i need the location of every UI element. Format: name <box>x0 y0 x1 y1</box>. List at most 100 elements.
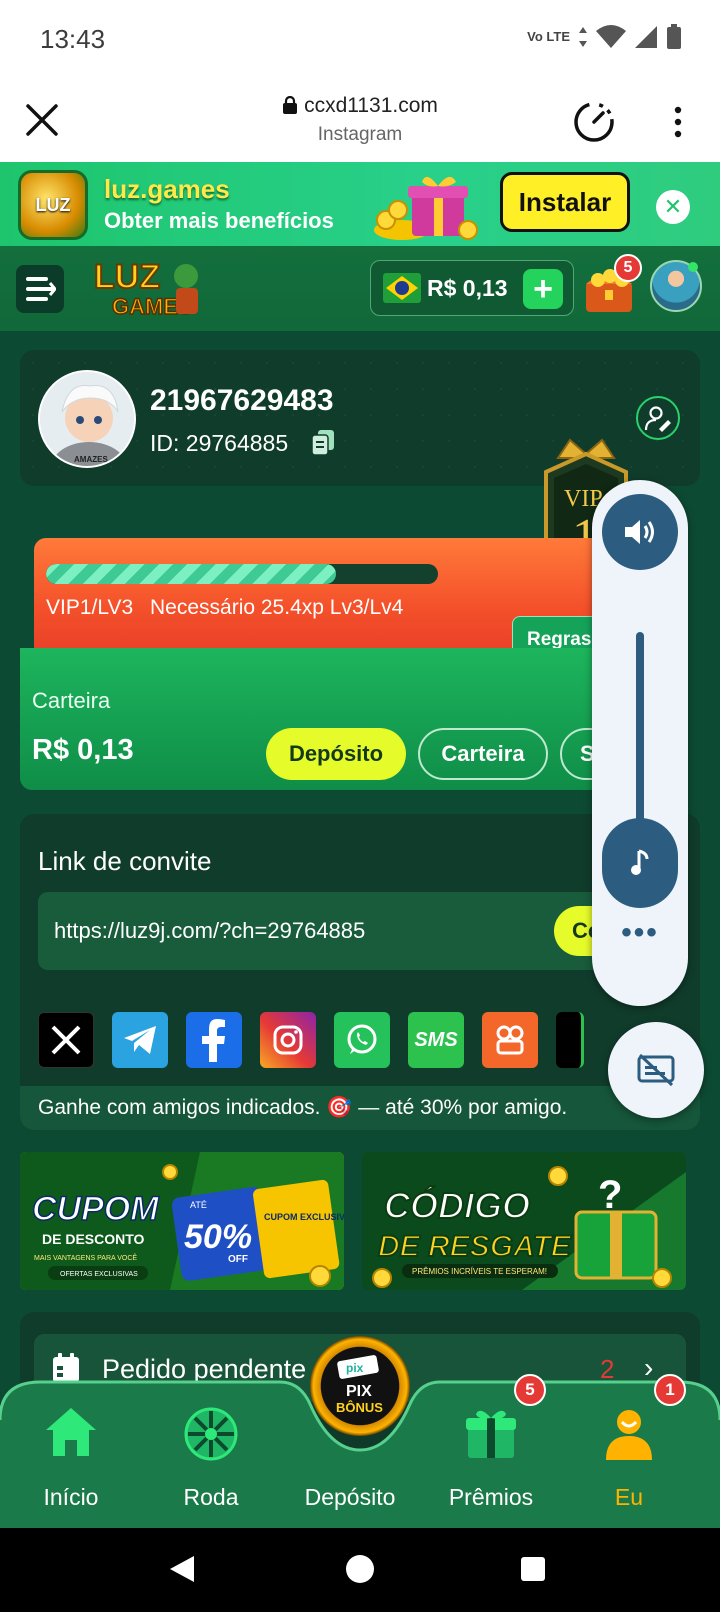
nav-deposit-label: Depósito <box>304 1484 396 1510</box>
coupon-promo-banner[interactable]: CUPOM DE DESCONTO MAIS VANTAGENS PARA VO… <box>20 1152 344 1290</box>
svg-text:PRÊMIOS INCRÍVEIS TE ESPERAM!: PRÊMIOS INCRÍVEIS TE ESPERAM! <box>412 1267 547 1276</box>
live-caption-button[interactable] <box>608 1022 704 1118</box>
vip-level: VIP1/LV3 <box>46 596 134 619</box>
back-icon[interactable] <box>168 1554 196 1584</box>
redeem-code-promo-banner[interactable]: ? CÓDIGO DE RESGATE PRÊMIOS INCRÍVEIS TE… <box>362 1152 686 1290</box>
avatar-image: AMAZES <box>40 372 134 466</box>
app-logo: LUZ <box>18 170 88 240</box>
page-speed-icon[interactable] <box>572 100 616 144</box>
sms-share-icon[interactable]: SMS <box>408 1012 464 1068</box>
brazil-flag-icon <box>383 273 421 303</box>
invite-note: Ganhe com amigos indicados. 🎯 — até 30% … <box>20 1086 700 1130</box>
status-time: 13:43 <box>40 24 106 54</box>
lock-icon <box>283 95 298 114</box>
profile-avatar[interactable]: AMAZES <box>38 370 136 468</box>
nav-wheel[interactable]: Roda <box>156 1406 266 1516</box>
brand-logo[interactable]: LUZ GAMES <box>92 254 210 320</box>
profile-username: 21967629483 <box>150 384 334 417</box>
wallet-label: Carteira <box>32 688 111 713</box>
svg-text:DE DESCONTO: DE DESCONTO <box>42 1231 145 1247</box>
balance-box[interactable]: R$ 0,13 + <box>370 260 574 316</box>
install-button[interactable]: Instalar <box>500 172 630 232</box>
svg-text:OFF: OFF <box>228 1254 248 1265</box>
status-icons: Vo LTE <box>527 24 682 50</box>
telegram-share-icon[interactable] <box>112 1012 168 1068</box>
volume-slider[interactable] <box>636 632 644 832</box>
wifi-icon <box>596 25 626 48</box>
volume-speaker-button[interactable] <box>602 494 678 570</box>
gift-icon <box>466 1410 516 1458</box>
svg-text:CUPOM: CUPOM <box>32 1190 159 1228</box>
logo-text: LUZ <box>94 258 160 296</box>
recents-icon[interactable] <box>520 1556 546 1582</box>
volume-music-thumb[interactable] <box>602 818 678 908</box>
svg-text:CÓDIGO: CÓDIGO <box>384 1185 530 1226</box>
svg-text:pix: pix <box>346 1361 364 1375</box>
menu-button[interactable] <box>16 265 64 313</box>
redeem-banner-art: ? CÓDIGO DE RESGATE PRÊMIOS INCRÍVEIS TE… <box>362 1152 686 1290</box>
add-funds-button[interactable]: + <box>523 269 563 309</box>
svg-text:PIX: PIX <box>346 1383 372 1400</box>
plus-icon: + <box>533 269 553 308</box>
invite-link[interactable]: https://luz9j.com/?ch=29764885 <box>54 918 365 944</box>
menu-icon <box>26 277 56 301</box>
caption-off-icon <box>637 1053 675 1087</box>
volume-panel: ••• <box>592 480 688 1006</box>
svg-text:CUPOM EXCLUSIVO: CUPOM EXCLUSIVO <box>264 1212 344 1222</box>
status-bar: 13:43 Vo LTE <box>0 0 720 82</box>
me-badge: 1 <box>654 1374 686 1406</box>
browser-bar: ccxd1131.com Instagram <box>0 82 720 162</box>
edit-profile-button[interactable] <box>636 396 680 440</box>
close-icon: ✕ <box>663 194 683 219</box>
gift-coins-icon <box>374 176 478 240</box>
nav-me[interactable]: Eu <box>574 1406 684 1516</box>
more-horiz-icon[interactable]: ••• <box>592 916 688 950</box>
nav-rewards[interactable]: Prêmios <box>436 1406 546 1516</box>
pix-bonus-icon: pix PIX BÔNUS <box>336 1355 383 1415</box>
android-nav-bar <box>0 1528 720 1612</box>
home-button-icon[interactable] <box>345 1554 375 1584</box>
data-arrows-icon <box>579 27 587 47</box>
close-banner-button[interactable]: ✕ <box>656 190 690 224</box>
kwai-share-icon[interactable] <box>482 1012 538 1068</box>
nav-me-label: Eu <box>614 1484 644 1510</box>
signal-icon <box>635 26 657 48</box>
battery-icon <box>667 24 681 49</box>
banner-app-name: luz.games <box>104 174 230 204</box>
pix-bonus-button[interactable]: pix PIX BÔNUS <box>310 1336 410 1436</box>
more-share-icon[interactable] <box>556 1012 584 1068</box>
facebook-share-icon[interactable] <box>186 1012 242 1068</box>
nav-home[interactable]: Início <box>16 1406 126 1516</box>
svg-text:MAIS VANTAGENS PARA VOCÊ: MAIS VANTAGENS PARA VOCÊ <box>34 1253 137 1262</box>
header-balance: R$ 0,13 <box>427 275 508 301</box>
profile-id: ID: 29764885 <box>150 430 289 456</box>
svg-text:?: ? <box>598 1173 622 1217</box>
install-banner: LUZ luz.games Obter mais benefícios Inst… <box>0 162 720 246</box>
instagram-share-icon[interactable] <box>260 1012 316 1068</box>
svg-text:BÔNUS: BÔNUS <box>336 1400 383 1415</box>
copy-icon[interactable] <box>310 428 336 456</box>
nav-home-label: Início <box>43 1484 99 1510</box>
deposit-button[interactable]: Depósito <box>266 728 406 780</box>
spin-wheel-icon <box>184 1407 238 1461</box>
svg-text:DE RESGATE: DE RESGATE <box>378 1230 572 1263</box>
bottom-nav: Início Roda Depósito pix PIX BÔNUS Prêmi… <box>0 1336 720 1528</box>
app-header: LUZ GAMES R$ 0,13 + 5 <box>0 246 720 332</box>
vip-card: VIP1/LV3 Necessário 25.4xp Lv3/Lv4 Regra… <box>34 538 632 658</box>
wallet-button[interactable]: Carteira <box>418 728 548 780</box>
vip-requirement: Necessário 25.4xp Lv3/Lv4 <box>150 596 404 619</box>
speaker-icon <box>625 520 654 544</box>
chest-badge: 5 <box>614 254 642 282</box>
share-row: SMS <box>38 1012 584 1068</box>
wallet-amount: R$ 0,13 <box>32 734 134 766</box>
invite-title: Link de convite <box>38 846 212 876</box>
more-vert-icon[interactable] <box>666 102 690 142</box>
vip-progress-fill <box>46 564 337 584</box>
svg-text:ATÉ: ATÉ <box>190 1200 207 1210</box>
music-note-icon <box>631 849 649 875</box>
x-share-icon[interactable] <box>38 1012 94 1068</box>
invite-link-box: https://luz9j.com/?ch=29764885 Copiar <box>38 892 644 970</box>
online-indicator <box>688 262 698 272</box>
home-icon <box>46 1408 96 1456</box>
whatsapp-share-icon[interactable] <box>334 1012 390 1068</box>
